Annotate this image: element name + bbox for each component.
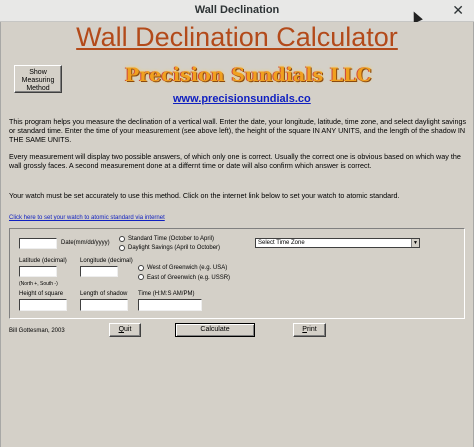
longitude-input[interactable] [80, 266, 118, 277]
west-of-greenwich-radio[interactable] [138, 265, 144, 271]
height-of-square-label: Height of square [19, 291, 64, 297]
atomic-standard-link[interactable]: Click here to set your watch to atomic s… [9, 215, 165, 221]
print-button[interactable]: Print [293, 323, 326, 337]
quit-label: uit [124, 326, 132, 333]
website-link[interactable]: www.precisionsundials.co [173, 93, 311, 105]
show-button-line-2: Measuring [21, 77, 55, 84]
standard-time-radio[interactable] [119, 236, 125, 242]
quit-button[interactable]: Quit [109, 323, 141, 337]
print-label: rint [306, 326, 317, 333]
title-bar: Wall Declination ✕ [0, 0, 474, 22]
east-of-greenwich-label: East of Greenwich (e.g. USSR) [147, 275, 231, 281]
show-button-line-3: Method [26, 85, 50, 92]
calculate-button[interactable]: Calculate [175, 323, 255, 337]
date-label: Date(mm/dd/yyyy) [61, 240, 110, 246]
close-icon[interactable]: ✕ [452, 2, 464, 19]
date-input[interactable] [19, 238, 57, 249]
shadow-length-input[interactable] [80, 299, 128, 311]
window-title: Wall Declination [194, 4, 280, 16]
longitude-label: Longitude (decimal) [80, 258, 133, 264]
time-label: Time (H:M:S AM/PM) [138, 291, 195, 297]
daylight-savings-label: Daylight Savings (April to October) [128, 245, 221, 251]
show-measuring-method-button[interactable]: Show Measuring Method [14, 65, 62, 93]
latitude-label: Latitude (decimal) [19, 258, 67, 264]
standard-time-label: Standard Time (October to April) [128, 236, 215, 242]
latitude-input[interactable] [19, 266, 57, 277]
watch-paragraph: Your watch must be set accurately to use… [9, 191, 400, 200]
daylight-savings-radio[interactable] [119, 245, 125, 251]
show-button-line-1: Show [29, 69, 47, 76]
intro-paragraph: This program helps you measure the decli… [9, 117, 467, 144]
answers-paragraph: Every measurement will display two possi… [9, 152, 461, 170]
precision-sundials-logo: Precision Sundials LLC [125, 64, 372, 86]
time-input[interactable] [138, 299, 202, 311]
west-of-greenwich-label: West of Greenwich (e.g. USA) [147, 265, 228, 271]
chevron-down-icon[interactable]: ▼ [411, 239, 419, 247]
time-zone-selected-value: Select Time Zone [258, 240, 305, 246]
author-credit: Bill Gottesman, 2003 [9, 328, 65, 334]
east-of-greenwich-radio[interactable] [138, 274, 144, 280]
height-of-square-input[interactable] [19, 299, 67, 311]
shadow-length-label: Length of shadow [80, 291, 128, 297]
time-zone-select[interactable]: Select Time Zone ▼ [255, 238, 420, 248]
page-title: Wall Declination Calculator [76, 22, 398, 52]
latitude-hint: (North +, South -) [19, 281, 58, 287]
